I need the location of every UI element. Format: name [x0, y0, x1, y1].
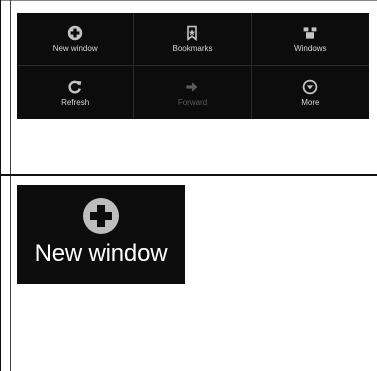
menu-item-more[interactable]: More	[252, 66, 369, 119]
menu-item-windows[interactable]: Windows	[251, 13, 369, 66]
table-row-divider	[0, 174, 377, 176]
menu-item-label: Bookmarks	[172, 44, 213, 53]
options-menu: New window Bookmarks Windows Refresh For…	[17, 13, 369, 119]
forward-arrow-icon	[186, 81, 199, 92]
menu-item-label: Refresh	[61, 97, 90, 107]
menu-item-forward[interactable]: Forward	[134, 66, 252, 119]
table-column-divider	[10, 0, 11, 371]
zoomed-item-label: New window	[34, 240, 168, 267]
chevron-down-circle-icon	[303, 79, 318, 94]
menu-item-label: New window	[52, 44, 98, 53]
menu-item-label: Windows	[294, 44, 327, 53]
menu-item-label: More	[301, 97, 320, 107]
bookmark-icon	[187, 25, 198, 41]
menu-item-label: Forward	[177, 97, 208, 107]
menu-item-new-window[interactable]: New window	[17, 13, 135, 66]
menu-item-bookmarks[interactable]: Bookmarks	[134, 13, 252, 66]
plus-circle-icon	[83, 198, 119, 234]
menu-item-refresh[interactable]: Refresh	[17, 66, 135, 119]
table-top-border	[0, 0, 377, 1]
refresh-icon	[68, 80, 82, 93]
table-left-border	[0, 0, 1, 371]
zoomed-menu-item-new-window[interactable]: New window	[17, 185, 185, 284]
plus-circle-icon	[67, 25, 83, 41]
windows-icon	[303, 27, 317, 39]
